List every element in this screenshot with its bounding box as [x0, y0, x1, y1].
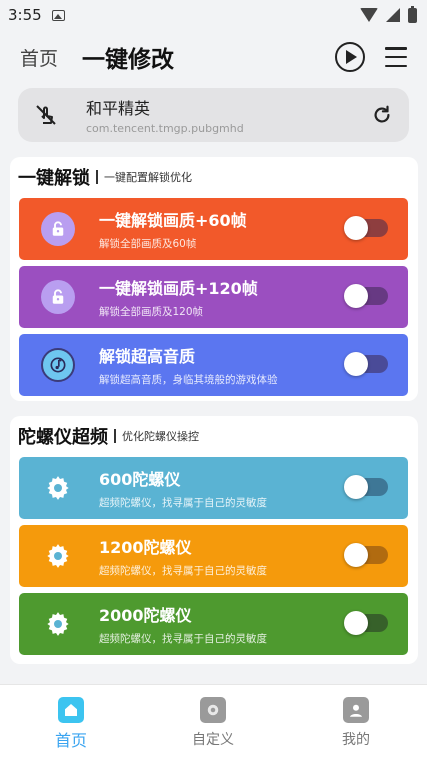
option-subtitle: 超频陀螺仪，找寻属于自己的灵敏度 — [99, 497, 267, 509]
bottom-navigation: 首页 自定义 我的 — [0, 684, 427, 759]
toggle-switch[interactable] — [344, 475, 388, 499]
home-icon — [58, 697, 84, 723]
app-package: com.tencent.tmgp.pubgmhd — [86, 122, 244, 135]
custom-icon — [200, 697, 226, 723]
section-divider — [114, 429, 116, 443]
option-unlock-60fps[interactable]: 一键解锁画质+60帧 解锁全部画质及60帧 — [19, 198, 408, 260]
play-icon[interactable] — [335, 42, 365, 72]
toggle-switch[interactable] — [344, 216, 388, 240]
refresh-icon[interactable] — [371, 104, 393, 126]
toggle-switch[interactable] — [344, 543, 388, 567]
status-time: 3:55 — [8, 6, 42, 24]
section-title: 一键解锁 — [18, 168, 90, 189]
toggle-knob — [344, 352, 368, 376]
option-subtitle: 超频陀螺仪，找寻属于自己的灵敏度 — [99, 565, 267, 577]
section-divider — [96, 170, 98, 184]
gear-icon — [41, 471, 75, 505]
section-header: 陀螺仪超频 优化陀螺仪操控 — [10, 416, 418, 456]
nav-label: 首页 — [54, 731, 87, 750]
option-title: 一键解锁画质+120帧 — [99, 279, 258, 298]
option-subtitle: 解锁超高音质，身临其境般的游戏体验 — [99, 374, 278, 386]
nav-custom[interactable]: 自定义 — [173, 697, 253, 749]
section-subtitle: 优化陀螺仪操控 — [122, 430, 199, 443]
option-title: 一键解锁画质+60帧 — [99, 211, 247, 230]
option-text: 600陀螺仪 超频陀螺仪，找寻属于自己的灵敏度 — [99, 466, 267, 510]
option-title: 1200陀螺仪 — [99, 538, 192, 557]
lock-icon — [41, 212, 75, 246]
app-info: 和平精英 com.tencent.tmgp.pubgmhd — [86, 95, 244, 135]
gear-icon — [41, 539, 75, 573]
toggle-switch[interactable] — [344, 611, 388, 635]
menu-icon[interactable] — [385, 46, 407, 68]
option-title: 600陀螺仪 — [99, 470, 181, 489]
option-hifi-audio[interactable]: 解锁超高音质 解锁超高音质，身临其境般的游戏体验 — [19, 334, 408, 396]
app-header: 首页 一键修改 — [0, 36, 427, 78]
toggle-knob — [344, 611, 368, 635]
toggle-knob — [344, 284, 368, 308]
section-subtitle: 一键配置解锁优化 — [104, 171, 192, 184]
option-gyro-1200[interactable]: 1200陀螺仪 超频陀螺仪，找寻属于自己的灵敏度 — [19, 525, 408, 587]
option-title: 2000陀螺仪 — [99, 606, 192, 625]
option-text: 1200陀螺仪 超频陀螺仪，找寻属于自己的灵敏度 — [99, 534, 267, 578]
nav-label: 自定义 — [192, 732, 234, 748]
option-title: 解锁超高音质 — [99, 347, 196, 366]
section-title: 陀螺仪超频 — [18, 427, 108, 448]
section-header: 一键解锁 一键配置解锁优化 — [10, 157, 418, 197]
toggle-knob — [344, 216, 368, 240]
page-title: 一键修改 — [82, 47, 175, 73]
option-text: 解锁超高音质 解锁超高音质，身临其境般的游戏体验 — [99, 343, 278, 387]
target-app-card[interactable]: 和平精英 com.tencent.tmgp.pubgmhd — [18, 88, 409, 142]
home-link[interactable]: 首页 — [20, 44, 58, 71]
section-gyroscope: 陀螺仪超频 优化陀螺仪操控 600陀螺仪 超频陀螺仪，找寻属于自己的灵敏度 12… — [10, 416, 418, 664]
nav-label: 我的 — [342, 732, 370, 748]
wifi-icon — [360, 8, 378, 22]
app-name: 和平精英 — [86, 99, 151, 118]
user-icon — [343, 697, 369, 723]
option-text: 一键解锁画质+120帧 解锁全部画质及120帧 — [99, 275, 258, 319]
battery-icon — [408, 5, 417, 23]
toggle-switch[interactable] — [344, 352, 388, 376]
gallery-notification-icon — [51, 9, 65, 21]
option-subtitle: 解锁全部画质及120帧 — [99, 306, 204, 318]
option-gyro-600[interactable]: 600陀螺仪 超频陀螺仪，找寻属于自己的灵敏度 — [19, 457, 408, 519]
option-subtitle: 超频陀螺仪，找寻属于自己的灵敏度 — [99, 633, 267, 645]
section-unlock: 一键解锁 一键配置解锁优化 一键解锁画质+60帧 解锁全部画质及60帧 一键解锁… — [10, 157, 418, 401]
option-subtitle: 解锁全部画质及60帧 — [99, 238, 197, 250]
no-touch-icon — [34, 103, 58, 127]
gear-icon — [41, 607, 75, 641]
toggle-knob — [344, 475, 368, 499]
option-unlock-120fps[interactable]: 一键解锁画质+120帧 解锁全部画质及120帧 — [19, 266, 408, 328]
music-note-icon — [41, 348, 75, 382]
option-text: 一键解锁画质+60帧 解锁全部画质及60帧 — [99, 207, 247, 251]
signal-icon — [386, 8, 400, 22]
nav-home[interactable]: 首页 — [31, 697, 111, 751]
lock-icon — [41, 280, 75, 314]
status-bar: 3:55 — [0, 0, 427, 30]
option-text: 2000陀螺仪 超频陀螺仪，找寻属于自己的灵敏度 — [99, 602, 267, 646]
toggle-knob — [344, 543, 368, 567]
toggle-switch[interactable] — [344, 284, 388, 308]
option-gyro-2000[interactable]: 2000陀螺仪 超频陀螺仪，找寻属于自己的灵敏度 — [19, 593, 408, 655]
nav-profile[interactable]: 我的 — [316, 697, 396, 749]
status-icons — [360, 5, 417, 23]
